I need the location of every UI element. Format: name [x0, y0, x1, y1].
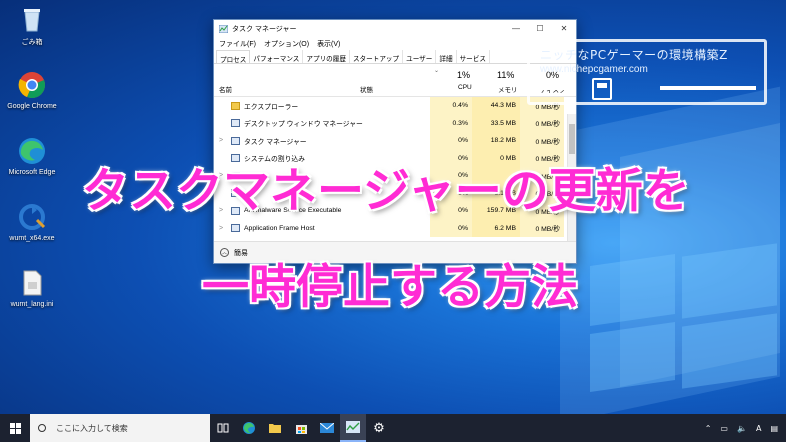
table-row[interactable]: デスクトップ ウィンドウ マネージャー 0.3% 33.5 MB 0 MB/秒 [214, 114, 576, 132]
desktop-icon-recycle-bin[interactable]: ごみ箱 [2, 4, 62, 47]
edge-icon [19, 138, 45, 164]
minimize-button[interactable]: — [504, 24, 528, 33]
window-title: タスク マネージャー [232, 25, 297, 33]
desktop-icon-edge[interactable]: Microsoft Edge [2, 136, 62, 176]
calculator-icon [592, 78, 612, 100]
title-bar[interactable]: タスク マネージャー — ☐ ✕ [214, 20, 576, 37]
column-cpu[interactable]: CPU [458, 84, 472, 91]
tray-chevron-icon[interactable]: ⌃ [705, 424, 712, 433]
headline-line-1: タスクマネージャーの更新を [81, 163, 691, 220]
sort-chevron-icon: ⌄ [434, 68, 440, 74]
tab-details[interactable]: 詳細 [436, 50, 457, 63]
taskbar-store[interactable] [288, 414, 314, 442]
process-name: デスクトップ ウィンドウ マネージャー [244, 121, 363, 129]
process-name: Application Frame Host [244, 224, 315, 232]
logo-decor-bar [660, 86, 756, 90]
start-button[interactable] [0, 414, 30, 442]
desktop-icon-wumt[interactable]: wumt_x64.exe [2, 202, 62, 242]
column-status[interactable]: 状態 [360, 84, 373, 94]
tab-startup[interactable]: スタートアップ [350, 50, 404, 63]
wumt-icon [19, 204, 46, 230]
scrollbar-thumb[interactable] [569, 124, 575, 154]
process-disk: 0 MB/秒 [520, 219, 564, 237]
recycle-bin-icon [24, 9, 40, 32]
expand-chevron-icon[interactable]: > [219, 225, 223, 232]
mail-icon [320, 423, 334, 433]
process-cpu: 0% [430, 132, 472, 150]
taskbar: ここに入力して検索 ⚙ ⌃ ▭ 🔈 A ▤ [0, 414, 786, 442]
system-tray: ⌃ ▭ 🔈 A ▤ [705, 414, 786, 442]
process-name: タスク マネージャー [244, 138, 307, 146]
gear-icon: ⚙ [373, 420, 385, 436]
task-manager-icon [219, 24, 228, 33]
logo-url: www.nichepcgamer.com [540, 64, 648, 75]
task-manager-window[interactable]: タスク マネージャー — ☐ ✕ ファイル(F) オプション(O) 表示(V) … [213, 19, 577, 264]
logo-title: ニッチなPCゲーマーの環境構築Z [540, 48, 728, 62]
edge-icon [243, 422, 255, 434]
task-manager-icon [346, 421, 360, 433]
taskbar-mail[interactable] [314, 414, 340, 442]
process-icon [231, 224, 240, 233]
tab-users[interactable]: ユーザー [403, 50, 437, 63]
process-icon [231, 119, 240, 128]
task-view-button[interactable] [210, 414, 236, 442]
search-placeholder: ここに入力して検索 [56, 423, 128, 433]
notification-icon[interactable]: ▤ [770, 424, 778, 433]
chrome-icon [18, 72, 45, 98]
process-memory: 33.5 MB [472, 114, 520, 132]
site-logo: ニッチなPCゲーマーの環境構築Z www.nichepcgamer.com [527, 39, 767, 105]
process-disk: 0 MB/秒 [520, 132, 564, 150]
tab-performance[interactable]: パフォーマンス [250, 50, 304, 63]
taskbar-task-manager[interactable] [340, 414, 366, 442]
process-disk: 0 MB/秒 [520, 114, 564, 132]
cpu-total: 1% [457, 70, 471, 80]
process-name: エクスプローラー [244, 103, 299, 111]
table-row[interactable]: > タスク マネージャー 0% 18.2 MB 0 MB/秒 [214, 132, 576, 150]
tab-app-history[interactable]: アプリの履歴 [303, 50, 350, 63]
logo-decor-bar [536, 86, 576, 90]
column-name[interactable]: 名前 [219, 84, 232, 94]
process-cpu: 0.3% [430, 114, 472, 132]
process-memory: 44.3 MB [472, 97, 520, 115]
network-icon[interactable]: ▭ [720, 424, 728, 433]
table-row[interactable]: エクスプローラー 0.4% 44.3 MB 0 MB/秒 [214, 97, 576, 115]
ime-indicator-icon[interactable]: A [756, 424, 761, 433]
store-icon [295, 424, 307, 434]
close-button[interactable]: ✕ [552, 24, 576, 33]
menu-file[interactable]: ファイル(F) [219, 39, 256, 49]
search-icon [38, 424, 46, 432]
process-cpu: 0% [430, 219, 472, 237]
headline-line-2: 一時停止する方法 [201, 259, 579, 316]
folder-icon [231, 101, 240, 110]
tab-bar: プロセス パフォーマンス アプリの履歴 スタートアップ ユーザー 詳細 サービス [214, 50, 576, 64]
windows-start-icon [9, 422, 21, 434]
menu-view[interactable]: 表示(V) [317, 39, 340, 49]
memory-total: 11% [497, 70, 515, 80]
maximize-button[interactable]: ☐ [528, 24, 552, 33]
menu-options[interactable]: オプション(O) [264, 39, 309, 49]
wallpaper-windows-logo [590, 243, 780, 392]
ini-file-icon [23, 270, 42, 296]
task-manager-icon [231, 136, 240, 145]
taskbar-settings[interactable]: ⚙ [366, 414, 392, 442]
volume-icon[interactable]: 🔈 [737, 424, 747, 433]
expand-chevron-icon[interactable]: > [219, 137, 223, 144]
process-memory: 18.2 MB [472, 132, 520, 150]
task-view-icon [217, 423, 229, 433]
column-header: 名前 状態 ⌄ 1% CPU 11% メモリ 0% ディスク [214, 64, 576, 97]
tab-services[interactable]: サービス [457, 50, 490, 63]
desktop-icon-ini[interactable]: wumt_lang.ini [2, 268, 62, 308]
desktop-icon-chrome[interactable]: Google Chrome [2, 70, 62, 110]
folder-icon [269, 424, 281, 433]
menu-bar: ファイル(F) オプション(O) 表示(V) [214, 37, 576, 50]
column-memory[interactable]: メモリ [498, 84, 518, 94]
taskbar-search-box[interactable]: ここに入力して検索 [30, 414, 210, 442]
taskbar-explorer[interactable] [262, 414, 288, 442]
process-cpu: 0.4% [430, 97, 472, 115]
process-memory: 6.2 MB [472, 219, 520, 237]
table-row[interactable]: > Application Frame Host 0% 6.2 MB 0 MB/… [214, 219, 576, 237]
taskbar-edge[interactable] [236, 414, 262, 442]
tab-processes[interactable]: プロセス [216, 50, 251, 64]
